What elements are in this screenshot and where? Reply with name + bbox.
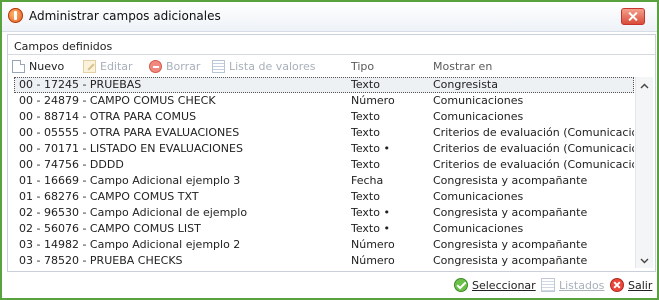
exit-button-label: Salir <box>628 279 653 292</box>
field-name-cell: 00 - 88714 - OTRA PARA COMUS <box>19 110 197 123</box>
type-cell: Número <box>351 94 395 107</box>
field-name-cell: 02 - 96530 - Campo Adicional de ejemplo <box>19 206 248 219</box>
field-name-cell: 03 - 14982 - Campo Adicional ejemplo 2 <box>19 238 241 251</box>
table-row[interactable]: 02 - 96530 - Campo Adicional de ejemplo T… <box>14 205 634 221</box>
field-name-cell: 00 - 74756 - DDDD <box>19 158 124 171</box>
exit-icon <box>610 278 624 292</box>
type-cell: Texto <box>351 78 380 91</box>
table-row[interactable]: 03 - 78520 - PRUEBA CHECKS Número Congresi… <box>14 253 634 268</box>
edit-icon <box>83 60 96 73</box>
field-name-cell: 01 - 16669 - Campo Adicional ejemplo 3 <box>19 174 241 187</box>
field-name-cell: 00 - 17245 - PRUEBAS <box>19 78 142 91</box>
table-row[interactable]: 00 - 24879 - CAMPO COMUS CHECK Número Comu… <box>14 93 634 109</box>
table-row[interactable]: 02 - 56076 - CAMPO COMUS LIST Texto • Comu… <box>14 221 634 237</box>
table-row[interactable]: 00 - 74756 - DDDD Texto Criterios de evalu… <box>14 157 634 173</box>
table-row[interactable]: 01 - 68276 - CAMPO COMUS TXT Texto Comunic… <box>14 189 634 205</box>
show-in-cell: Congresista y acompañante <box>433 206 588 219</box>
table-row[interactable]: 01 - 16669 - Campo Adicional ejemplo 3 Fe… <box>14 173 634 189</box>
show-in-cell: Congresista y acompañante <box>433 238 588 251</box>
new-button-label: Nuevo <box>29 60 65 73</box>
window-title: Administrar campos adicionales <box>29 9 221 23</box>
group-title: Campos definidos <box>14 40 113 53</box>
close-window-button[interactable] <box>621 8 645 25</box>
listings-button-label: Listados <box>559 279 605 292</box>
table-row[interactable]: 00 - 70171 - LISTADO EN EVALUACIONES Text… <box>14 141 634 157</box>
type-cell: Fecha <box>351 174 384 187</box>
type-cell: Texto • <box>351 142 390 155</box>
show-in-cell: Criterios de evaluación (Comunicaciones) <box>433 142 634 155</box>
show-in-cell: Criterios de evaluación (Comunicaciones) <box>433 126 634 139</box>
type-cell: Número <box>351 254 395 267</box>
field-name-cell: 00 - 05555 - OTRA PARA EVALUACIONES <box>19 126 240 139</box>
edit-button-label: Editar <box>100 60 133 73</box>
show-in-cell: Comunicaciones <box>433 222 524 235</box>
delete-icon <box>149 60 162 73</box>
type-cell: Texto • <box>351 206 390 219</box>
show-in-cell: Comunicaciones <box>433 94 524 107</box>
show-in-cell: Congresista y acompañante <box>433 254 588 267</box>
title-bar[interactable]: Administrar campos adicionales <box>2 2 657 32</box>
table-row[interactable]: 00 - 17245 - PRUEBAS Texto Congresista <box>14 77 634 93</box>
show-in-cell: Congresista <box>433 78 498 91</box>
delete-button-label: Borrar <box>166 60 201 73</box>
divider <box>8 54 655 55</box>
list-icon <box>212 60 225 73</box>
field-name-cell: 00 - 24879 - CAMPO COMUS CHECK <box>19 94 216 107</box>
select-button-label: Seleccionar <box>472 279 536 292</box>
type-cell: Texto <box>351 190 380 203</box>
field-name-cell: 01 - 68276 - CAMPO COMUS TXT <box>19 190 199 203</box>
type-cell: Texto <box>351 158 380 171</box>
vertical-scrollbar[interactable] <box>635 77 653 268</box>
type-cell: Texto <box>351 126 380 139</box>
show-in-cell: Comunicaciones <box>433 190 524 203</box>
listings-icon <box>541 278 555 292</box>
field-name-cell: 02 - 56076 - CAMPO COMUS LIST <box>19 222 201 235</box>
table-row[interactable]: 00 - 05555 - OTRA PARA EVALUACIONES Texto… <box>14 125 634 141</box>
fields-group: Campos definidos Nuevo Editar Borrar Lis… <box>7 34 656 272</box>
scroll-up-icon[interactable] <box>640 81 649 90</box>
new-document-icon <box>12 60 25 73</box>
type-cell: Número <box>351 238 395 251</box>
type-cell: Texto <box>351 110 380 123</box>
show-in-cell: Criterios de evaluación (Comunicaciones) <box>433 158 634 171</box>
show-in-cell: Comunicaciones <box>433 110 524 123</box>
check-icon <box>454 278 468 292</box>
column-header-tipo[interactable]: Tipo <box>351 60 374 73</box>
values-list-button-label: Lista de valores <box>229 60 316 73</box>
dialog-window: Administrar campos adicionales Campos de… <box>0 0 659 300</box>
field-name-cell: 03 - 78520 - PRUEBA CHECKS <box>19 254 183 267</box>
fields-list[interactable]: 00 - 17245 - PRUEBAS Texto Congresista 00 -… <box>14 77 634 268</box>
column-header-mostrar[interactable]: Mostrar en <box>433 60 492 73</box>
table-row[interactable]: 00 - 88714 - OTRA PARA COMUS Texto Comunic… <box>14 109 634 125</box>
app-icon <box>8 8 23 23</box>
table-row[interactable]: 03 - 14982 - Campo Adicional ejemplo 2 Nú… <box>14 237 634 253</box>
scroll-down-icon[interactable] <box>640 255 649 264</box>
field-name-cell: 00 - 70171 - LISTADO EN EVALUACIONES <box>19 142 243 155</box>
show-in-cell: Congresista y acompañante <box>433 174 588 187</box>
type-cell: Texto • <box>351 222 390 235</box>
